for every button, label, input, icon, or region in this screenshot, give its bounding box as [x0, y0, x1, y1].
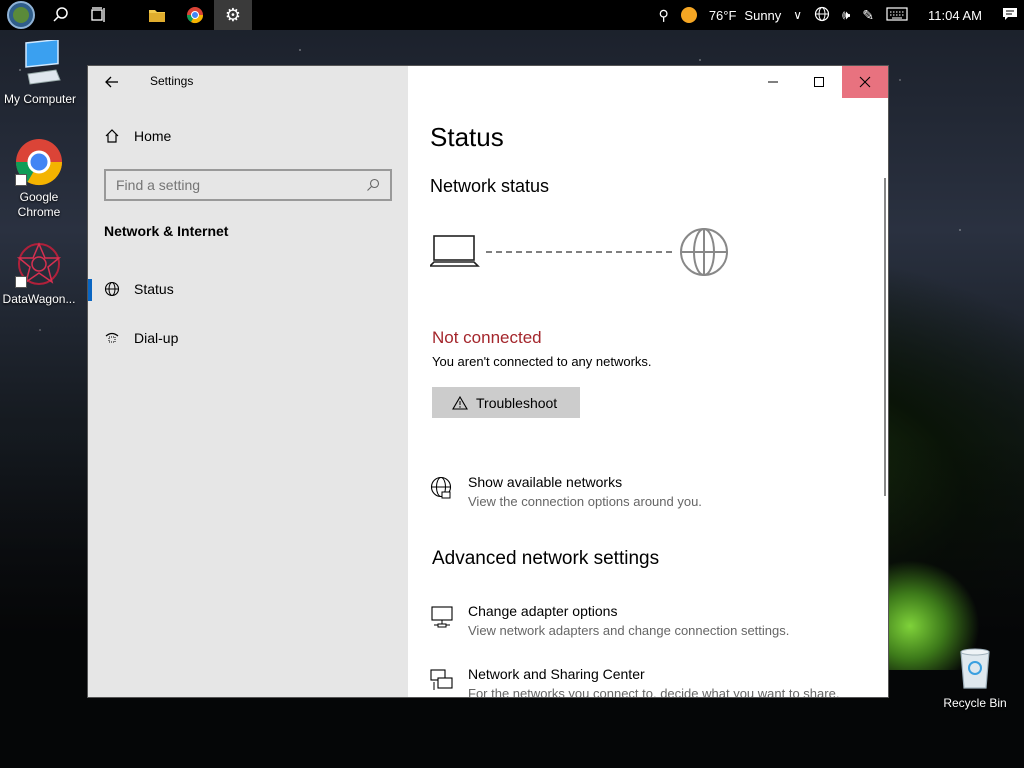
task-view-icon — [91, 7, 105, 22]
desktop-icon-google-chrome[interactable]: Google Chrome — [0, 138, 79, 220]
volume-icon[interactable]: 🕪 — [842, 7, 850, 23]
chevron-up-icon[interactable]: ∨ — [793, 8, 802, 22]
desktop-icon-label: Recycle Bin — [943, 696, 1007, 710]
sidebar-item-dial-up[interactable]: Dial-up — [88, 318, 408, 358]
desktop-icon-datawagon[interactable]: DataWagon... — [0, 240, 79, 307]
weather-widget[interactable]: 76°F Sunny — [680, 7, 782, 23]
warning-icon — [452, 395, 468, 410]
taskbar-chrome[interactable] — [176, 0, 214, 30]
sun-icon — [680, 7, 697, 23]
recycle-bin-icon — [955, 646, 995, 690]
taskbar-file-explorer[interactable] — [138, 0, 176, 30]
advanced-network-settings-heading: Advanced network settings — [432, 548, 660, 569]
pen-icon[interactable]: ✎ — [862, 7, 874, 24]
adapter-icon — [430, 603, 456, 638]
close-button[interactable] — [842, 66, 888, 98]
troubleshoot-label: Troubleshoot — [476, 394, 558, 411]
settings-window: Settings Home Network & Internet Status … — [88, 66, 888, 697]
taskbar: ⚙ ⚲ 76°F Sunny ∨ 🕪 ✎ 11:04 AM — [0, 0, 1024, 30]
show-networks-subtitle: View the connection options around you. — [468, 494, 702, 509]
maximize-button[interactable] — [796, 66, 842, 98]
globe-icon — [104, 281, 120, 297]
network-globe-icon[interactable] — [814, 6, 830, 25]
find-setting-search[interactable] — [104, 169, 392, 201]
computer-icon — [16, 38, 64, 88]
network-diagram — [430, 228, 728, 276]
minimize-button[interactable] — [750, 66, 796, 98]
desktop-icon-label: Google Chrome — [17, 190, 61, 219]
desktop-icon-recycle-bin[interactable]: Recycle Bin — [935, 646, 1015, 711]
datawagon-logo-icon — [15, 240, 63, 288]
gear-icon: ⚙ — [224, 4, 242, 25]
close-icon — [859, 76, 871, 88]
home-label: Home — [134, 128, 172, 144]
folder-icon — [149, 10, 165, 22]
start-button[interactable] — [0, 0, 42, 30]
task-view-button[interactable] — [80, 0, 118, 30]
sidebar-section-title: Network & Internet — [104, 223, 229, 239]
shortcut-arrow-icon — [15, 174, 27, 186]
page-title: Status — [430, 122, 504, 152]
settings-main: Status Network status Not connected You … — [408, 66, 888, 697]
network-status-heading: Network status — [430, 176, 550, 196]
search-icon — [367, 178, 380, 191]
network-sharing-center-link[interactable]: Network and Sharing Center For the netwo… — [430, 666, 839, 697]
back-arrow-icon — [105, 76, 118, 88]
search-input[interactable] — [116, 177, 366, 193]
chrome-icon — [15, 138, 63, 186]
weather-temp: 76°F — [708, 7, 737, 23]
change-adapter-subtitle: View network adapters and change connect… — [468, 623, 790, 638]
troubleshoot-button[interactable]: Troubleshoot — [432, 387, 580, 418]
desktop-icon-label: DataWagon... — [2, 292, 76, 306]
maximize-icon — [814, 77, 824, 87]
window-controls — [750, 66, 888, 98]
show-available-networks-link[interactable]: Show available networks View the connect… — [430, 474, 702, 509]
show-networks-title: Show available networks — [468, 474, 623, 490]
phone-icon — [105, 332, 119, 343]
laptop-icon — [430, 235, 480, 267]
change-adapter-title: Change adapter options — [468, 603, 618, 619]
sidebar-home[interactable]: Home — [104, 128, 171, 144]
system-tray: ⚲ 76°F Sunny ∨ 🕪 ✎ 11:04 AM — [653, 0, 1024, 30]
clock[interactable]: 11:04 AM — [928, 8, 982, 23]
home-icon — [105, 129, 119, 143]
keyboard-icon[interactable] — [886, 6, 908, 24]
sharing-center-title: Network and Sharing Center — [468, 666, 645, 682]
weather-text: Sunny — [744, 7, 782, 23]
taskbar-settings[interactable]: ⚙ — [214, 0, 252, 30]
back-button[interactable] — [102, 72, 122, 92]
notification-icon[interactable] — [1002, 6, 1018, 25]
internet-globe-icon — [680, 228, 728, 276]
chrome-icon — [186, 7, 204, 24]
people-icon[interactable]: ⚲ — [659, 7, 669, 24]
minimize-icon — [768, 81, 778, 83]
settings-sidebar: Settings Home Network & Internet Status … — [88, 66, 408, 697]
sharing-center-icon — [430, 666, 456, 697]
change-adapter-options-link[interactable]: Change adapter options View network adap… — [430, 603, 789, 638]
connection-status: Not connected — [432, 328, 542, 347]
main-scrollbar[interactable] — [884, 178, 886, 496]
sidebar-item-status[interactable]: Status — [88, 269, 408, 309]
sidebar-item-label: Dial-up — [134, 330, 179, 346]
connection-status-description: You aren't connected to any networks. — [432, 354, 652, 369]
search-button[interactable] — [42, 0, 80, 30]
sharing-center-subtitle: For the networks you connect to, decide … — [468, 686, 840, 697]
window-title: Settings — [150, 74, 194, 88]
search-icon — [53, 7, 68, 22]
network-globe-icon — [430, 474, 456, 509]
desktop-icon-label: My Computer — [3, 92, 77, 106]
sidebar-item-label: Status — [134, 281, 174, 297]
desktop-icon-my-computer[interactable]: My Computer — [0, 38, 80, 107]
shortcut-arrow-icon — [15, 276, 27, 288]
start-logo-icon — [7, 1, 35, 29]
